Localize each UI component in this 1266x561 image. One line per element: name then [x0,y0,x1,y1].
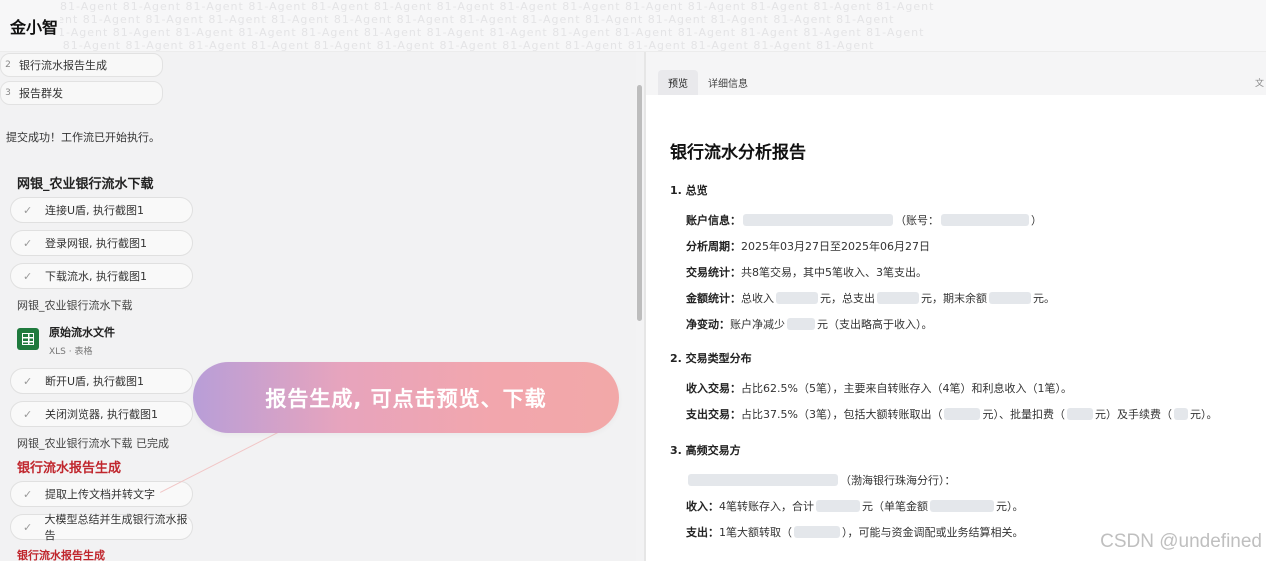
counterparty-income: 收入： 4笔转账存入，合计 元（单笔金额 元）。 [686,500,1024,513]
redacted-value [816,500,860,512]
section-done-label: 网银_农业银行流水下载 已完成 [17,437,169,450]
analysis-period: 分析周期： 2025年03月27日至2025年06月27日 [686,240,930,253]
redacted-value [877,292,919,304]
step-number: 3 [5,88,11,98]
redacted-value [776,292,818,304]
section-heading-overview: 1. 总览 [670,184,708,197]
step-pill-connect-ukey[interactable]: ✓ 连接U盾, 执行截图1 [10,197,193,223]
step-pill-label: 大模型总结并生成银行流水报告 [44,513,188,542]
preview-panel: 预览 详细信息 文 银行流水分析报告 1. 总览 账户信息： （账号： ） 分析… [646,52,1266,561]
top-bar: 81-Agent 81-Agent 81-Agent 81-Agent 81-A… [0,0,1266,52]
check-icon: ✓ [23,520,33,534]
section-label-report: 银行流水报告生成 [17,549,105,561]
redacted-value [944,408,981,420]
redacted-value [743,214,893,226]
check-icon: ✓ [23,374,33,388]
section-label: 网银_农业银行流水下载 [17,299,133,312]
check-icon: ✓ [23,203,33,217]
file-type: XLS · 表格 [49,347,93,357]
step-pill-label: 下载流水, 执行截图1 [45,270,147,283]
file-card[interactable]: 原始流水文件 XLS · 表格 [17,324,115,357]
redacted-value [794,526,840,538]
chat-panel: 2 银行流水报告生成 3 报告群发 提交成功！工作流已开始执行。 网银_农业银行… [0,52,636,561]
file-name: 原始流水文件 [49,326,115,339]
spreadsheet-icon [17,328,39,350]
section-title-download: 网银_农业银行流水下载 [17,177,154,192]
watermark: 81-Agent 81-Agent 81-Agent 81-Agent 81-A… [60,0,935,52]
net-change: 净变动： 账户净减少 元（支出略高于收入）。 [686,318,933,331]
report-title: 银行流水分析报告 [670,143,806,163]
redacted-value [1066,408,1093,420]
report-document: 银行流水分析报告 1. 总览 账户信息： （账号： ） 分析周期： 2025年03… [646,95,1266,561]
amount-stats: 金额统计： 总收入 元，总支出 元，期末余额 元。 [686,292,1055,305]
step-number: 2 [5,60,11,70]
check-icon: ✓ [23,407,33,421]
tab-preview[interactable]: 预览 [658,70,698,95]
app-title: 金小智 [10,18,59,37]
csdn-watermark: CSDN @undefined [1100,531,1262,552]
redacted-value [941,214,1029,226]
step-pill-label: 关闭浏览器, 执行截图1 [45,408,158,421]
check-icon: ✓ [23,269,33,283]
step-pill-label: 提取上传文档并转文字 [45,488,155,501]
step-pill-disconnect[interactable]: ✓ 断开U盾, 执行截图1 [10,368,193,394]
report-ready-banner: 报告生成, 可点击预览、下载 [193,362,619,433]
step-pill-llm-report[interactable]: ✓ 大模型总结并生成银行流水报告 [10,513,193,542]
step-pill-close-browser[interactable]: ✓ 关闭浏览器, 执行截图1 [10,401,193,427]
corner-label: 文 [1254,79,1264,89]
transaction-stats: 交易统计： 共8笔交易，其中5笔收入、3笔支出。 [686,266,927,279]
preview-tabs: 预览 详细信息 [658,70,758,95]
left-scrollbar[interactable] [637,85,642,321]
step-pill-label: 断开U盾, 执行截图1 [45,375,145,388]
check-icon: ✓ [23,487,33,501]
redacted-value [1173,408,1188,420]
expense-transactions: 支出交易： 占比37.5%（3笔），包括大额转账取出（ 元）、批量扣费（ 元）及… [686,408,1218,421]
step-pill-download[interactable]: ✓ 下载流水, 执行截图1 [10,263,193,289]
step-pill-label: 登录网银, 执行截图1 [45,237,147,250]
tab-details[interactable]: 详细信息 [698,70,758,95]
workflow-step-3[interactable]: 3 报告群发 [0,81,163,105]
step-pill-login[interactable]: ✓ 登录网银, 执行截图1 [10,230,193,256]
step-label: 报告群发 [19,87,63,100]
submit-message: 提交成功！工作流已开始执行。 [6,131,160,144]
redacted-value [989,292,1031,304]
counterparty: （渤海银行珠海分行）： [686,472,956,488]
step-pill-label: 连接U盾, 执行截图1 [45,204,145,217]
account-info: 账户信息： （账号： ） [686,214,1042,227]
redacted-value [787,318,815,330]
section-heading-types: 2. 交易类型分布 [670,352,752,365]
section-heading-parties: 3. 高频交易方 [670,444,741,457]
income-transactions: 收入交易： 占比62.5%（5笔），主要来自转账存入（4笔）和利息收入（1笔）。 [686,382,1072,395]
step-label: 银行流水报告生成 [19,59,107,72]
step-pill-extract[interactable]: ✓ 提取上传文档并转文字 [10,481,193,507]
section-title-report: 银行流水报告生成 [17,461,122,476]
redacted-value [688,474,838,486]
redacted-value [930,500,994,512]
counterparty-expense: 支出： 1笔大额转取（ ），可能与资金调配或业务结算相关。 [686,526,1024,539]
workflow-step-2[interactable]: 2 银行流水报告生成 [0,53,163,77]
check-icon: ✓ [23,236,33,250]
